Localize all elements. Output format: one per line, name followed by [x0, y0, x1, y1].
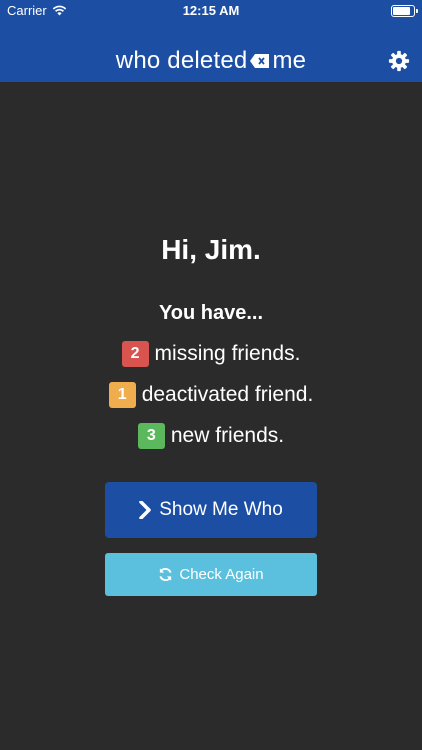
show-me-who-label: Show Me Who	[159, 499, 283, 520]
logo-text-who-deleted: who deleted	[115, 47, 248, 74]
new-friends-stat: 3 new friends.	[0, 423, 422, 449]
new-friends-label: new friends.	[170, 424, 285, 447]
greeting-title: Hi, Jim.	[161, 234, 261, 265]
battery-fill	[393, 7, 410, 15]
nav-bar: who deleted me	[0, 22, 422, 82]
refresh-icon	[159, 567, 172, 582]
deactivated-friend-label: deactivated friend.	[141, 383, 314, 406]
app-logo: who deleted me	[0, 47, 422, 75]
missing-friends-label: missing friends.	[154, 342, 301, 365]
delete-tag-icon	[250, 54, 270, 68]
you-have-label: You have...	[158, 302, 264, 324]
gear-icon[interactable]	[388, 50, 410, 72]
new-count-badge: 3	[137, 423, 165, 449]
status-time: 12:15 AM	[182, 3, 240, 18]
show-me-who-button[interactable]: Show Me Who	[105, 482, 317, 538]
check-again-button[interactable]: Check Again	[105, 553, 317, 596]
deactivated-friend-stat: 1 deactivated friend.	[0, 382, 422, 408]
logo-text-me: me	[272, 47, 307, 74]
status-bar: Carrier 12:15 AM	[0, 0, 422, 22]
missing-count-badge: 2	[121, 341, 149, 367]
missing-friends-stat: 2 missing friends.	[0, 341, 422, 367]
chevron-right-icon	[139, 501, 151, 519]
check-again-label: Check Again	[179, 566, 264, 583]
main-content: Hi, Jim. You have... 2 missing friends. …	[0, 82, 422, 750]
battery-icon	[391, 5, 418, 17]
deactivated-count-badge: 1	[108, 382, 136, 408]
